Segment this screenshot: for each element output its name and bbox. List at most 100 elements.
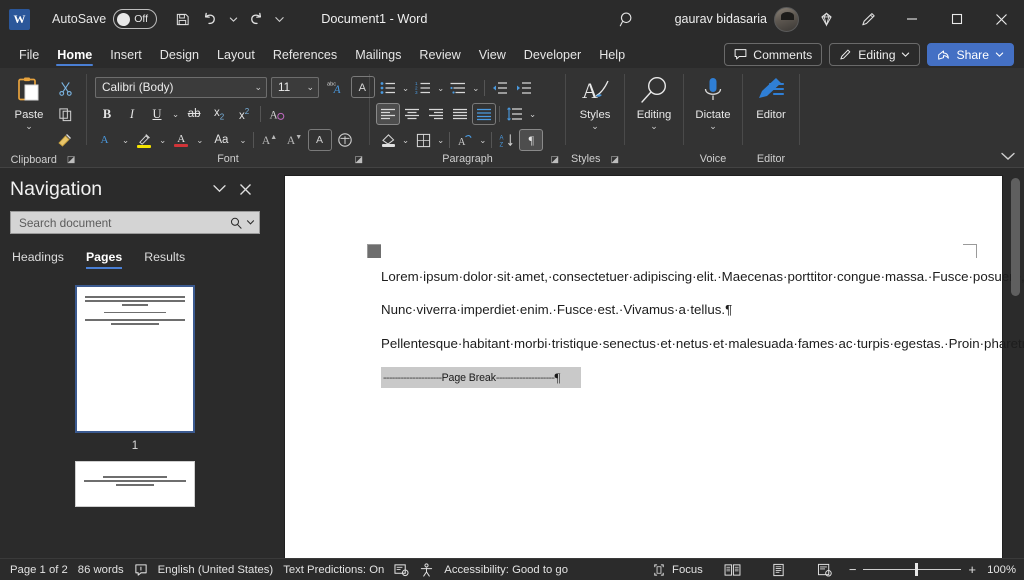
justify-icon[interactable]	[448, 103, 472, 125]
account-control[interactable]: gaurav bidasaria	[675, 6, 799, 32]
copy-icon[interactable]	[52, 102, 78, 126]
styles-button[interactable]: A Styles ⌄	[572, 72, 618, 131]
focus-label[interactable]: Focus	[672, 564, 719, 576]
undo-dropdown-icon[interactable]	[225, 6, 241, 32]
tab-view[interactable]: View	[470, 45, 515, 68]
distributed-icon[interactable]	[472, 103, 496, 125]
read-mode-icon[interactable]	[719, 563, 747, 577]
tab-design[interactable]: Design	[151, 45, 208, 68]
magnifier-icon[interactable]	[230, 217, 242, 229]
search-options-chevron-down-icon[interactable]	[246, 219, 255, 226]
tab-help[interactable]: Help	[590, 45, 634, 68]
nav-tab-pages[interactable]: Pages	[85, 250, 123, 269]
redo-icon[interactable]	[243, 6, 269, 32]
search-icon[interactable]	[607, 3, 649, 35]
document-page[interactable]: Lorem·ipsum·dolor·sit·amet,·consectetuer…	[285, 176, 1024, 558]
bullets-icon[interactable]	[376, 77, 400, 99]
highlight-color-dropdown-icon[interactable]: ⌄	[157, 135, 168, 146]
borders-icon[interactable]	[411, 129, 435, 151]
borders-dropdown-icon[interactable]: ⌄	[435, 135, 446, 146]
font-color-dropdown-icon[interactable]: ⌄	[194, 135, 205, 146]
dictate-button[interactable]: Dictate ⌄	[690, 72, 736, 131]
zoom-slider[interactable]: − +	[849, 562, 976, 577]
document-scrollbar[interactable]	[1011, 178, 1020, 554]
multilevel-list-icon[interactable]	[446, 77, 470, 99]
underline-dropdown-icon[interactable]: ⌄	[170, 109, 181, 120]
dictate-dropdown-icon[interactable]: ⌄	[709, 122, 717, 131]
font-dialog-launcher-icon[interactable]: ◪	[354, 154, 363, 165]
paste-button[interactable]: Paste ⌄	[6, 72, 52, 131]
text-predictions-icon[interactable]	[394, 563, 419, 577]
document-canvas[interactable]: Lorem·ipsum·dolor·sit·amet,·consectetuer…	[270, 168, 1024, 558]
customize-quick-access-icon[interactable]	[271, 6, 287, 32]
asian-layout-dropdown-icon[interactable]: ⌄	[477, 135, 488, 146]
change-case-icon[interactable]: abc A	[323, 76, 347, 98]
print-layout-icon[interactable]	[765, 563, 793, 577]
numbering-icon[interactable]: 123	[411, 77, 435, 99]
zoom-in-icon[interactable]: +	[968, 562, 976, 577]
increase-indent-icon[interactable]	[512, 77, 536, 99]
change-case-button-icon[interactable]: Aa	[206, 129, 236, 151]
autosave-toggle[interactable]: Off	[113, 9, 158, 29]
line-spacing-icon[interactable]	[503, 103, 527, 125]
collapse-ribbon-icon[interactable]	[1000, 151, 1016, 161]
tab-references[interactable]: References	[264, 45, 346, 68]
share-button[interactable]: Share	[927, 43, 1014, 66]
navigation-collapse-icon[interactable]	[212, 183, 227, 196]
document-body[interactable]: Lorem·ipsum·dolor·sit·amet,·consectetuer…	[381, 267, 1024, 389]
accessibility-status[interactable]: Accessibility: Good to go	[444, 564, 578, 576]
navigation-search-box[interactable]: Search document	[10, 211, 260, 234]
tab-home[interactable]: Home	[48, 45, 101, 68]
text-predictions-status[interactable]: Text Predictions: On	[283, 564, 394, 576]
styles-dialog-launcher-icon[interactable]: ◪	[610, 154, 619, 165]
highlight-dropdown-icon[interactable]: ⌄	[120, 135, 131, 146]
zoom-out-icon[interactable]: −	[849, 562, 857, 577]
numbering-dropdown-icon[interactable]: ⌄	[435, 83, 446, 94]
styles-dropdown-icon[interactable]: ⌄	[591, 122, 599, 131]
decrease-indent-icon[interactable]	[488, 77, 512, 99]
text-effects-icon[interactable]: A	[265, 103, 289, 125]
maximize-icon[interactable]	[934, 0, 979, 38]
minimize-icon[interactable]	[889, 0, 934, 38]
comments-button[interactable]: Comments	[724, 43, 823, 66]
shrink-font-icon[interactable]: A▼	[283, 129, 307, 151]
italic-icon[interactable]: I	[120, 103, 144, 125]
tab-layout[interactable]: Layout	[208, 45, 264, 68]
tab-review[interactable]: Review	[410, 45, 469, 68]
save-icon[interactable]	[169, 6, 195, 32]
character-border-icon[interactable]	[333, 129, 357, 151]
page-break-marker[interactable]: -------------------- Page Break --------…	[381, 367, 581, 389]
avatar[interactable]	[774, 6, 799, 32]
page-indicator[interactable]: Page 1 of 2	[8, 564, 78, 576]
change-case-dropdown-icon[interactable]: ⌄	[237, 135, 248, 146]
shading-icon[interactable]	[376, 129, 400, 151]
align-left-icon[interactable]	[376, 103, 400, 125]
editing-button[interactable]: Editing ⌄	[631, 72, 677, 131]
diamond-icon[interactable]	[805, 4, 847, 34]
tab-developer[interactable]: Developer	[515, 45, 590, 68]
zoom-level[interactable]: 100%	[984, 564, 1016, 576]
shading-dropdown-icon[interactable]: ⌄	[400, 135, 411, 146]
paragraph-3[interactable]: Pellentesque·habitant·morbi·tristique·se…	[381, 334, 1024, 354]
line-spacing-dropdown-icon[interactable]: ⌄	[527, 109, 538, 120]
editing-mode-button[interactable]: Editing	[829, 43, 921, 66]
multilevel-dropdown-icon[interactable]: ⌄	[470, 83, 481, 94]
font-name-combo[interactable]: Calibri (Body) ⌄	[95, 76, 267, 98]
nav-tab-headings[interactable]: Headings	[12, 250, 64, 269]
cut-icon[interactable]	[52, 76, 78, 100]
pen-icon[interactable]	[847, 4, 889, 34]
show-formatting-marks-icon[interactable]: ¶	[519, 129, 544, 151]
undo-icon[interactable]	[197, 6, 223, 32]
chevron-down-icon[interactable]: ⌄	[254, 82, 262, 93]
clipboard-dialog-launcher-icon[interactable]: ◪	[67, 154, 76, 165]
font-size-combo[interactable]: 11 ⌄	[271, 76, 319, 98]
autosave-control[interactable]: AutoSave Off	[52, 9, 158, 29]
language-indicator[interactable]: English (United States)	[158, 564, 284, 576]
font-color-icon[interactable]: A	[169, 129, 193, 151]
zoom-knob[interactable]	[915, 562, 919, 576]
page-thumbnail-2[interactable]	[75, 461, 195, 507]
underline-icon[interactable]: U	[145, 103, 169, 125]
page-thumbnail-1[interactable]	[75, 285, 195, 433]
strikethrough-icon[interactable]: ab	[182, 103, 206, 125]
close-icon[interactable]	[979, 0, 1024, 38]
